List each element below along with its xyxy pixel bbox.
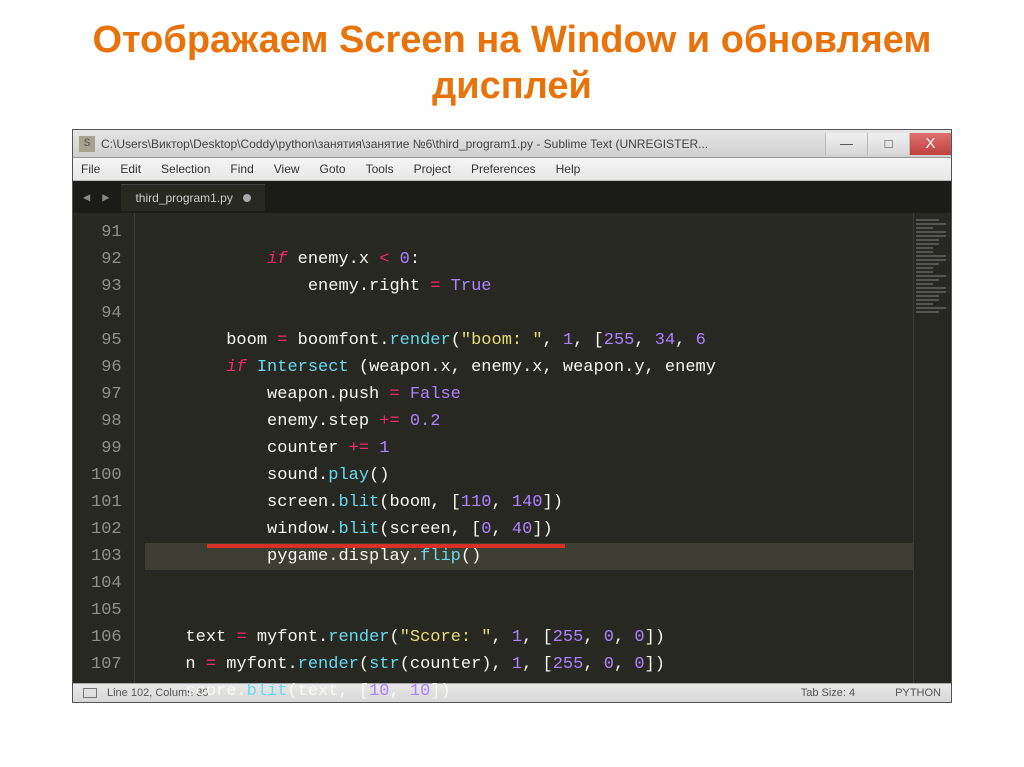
- menu-selection[interactable]: Selection: [157, 160, 214, 178]
- code-content[interactable]: if enemy.x < 0: enemy.right = True boom …: [135, 213, 913, 683]
- tab-nav-next[interactable]: ▶: [96, 190, 115, 205]
- slide-title: Отображаем Screen на Window и обновляем …: [0, 0, 1024, 121]
- minimap[interactable]: [913, 213, 951, 683]
- menu-help[interactable]: Help: [552, 160, 585, 178]
- status-syntax[interactable]: PYTHON: [895, 687, 941, 699]
- window-title: C:\Users\Виктор\Desktop\Coddy\python\зан…: [101, 137, 825, 151]
- menu-project[interactable]: Project: [410, 160, 455, 178]
- line-gutter: 919293 949596 979899 100101102 103104105…: [73, 213, 135, 683]
- window-titlebar: S C:\Users\Виктор\Desktop\Coddy\python\з…: [73, 130, 951, 158]
- tab-label: third_program1.py: [135, 191, 232, 205]
- menubar: File Edit Selection Find View Goto Tools…: [73, 158, 951, 181]
- menu-find[interactable]: Find: [226, 160, 257, 178]
- editor-window: S C:\Users\Виктор\Desktop\Coddy\python\з…: [72, 129, 952, 703]
- menu-edit[interactable]: Edit: [116, 160, 145, 178]
- highlight-underline: [207, 544, 565, 548]
- tabbar: ◀ ▶ third_program1.py: [73, 181, 951, 213]
- tab-dirty-icon: [243, 194, 251, 202]
- maximize-button[interactable]: □: [867, 133, 909, 155]
- menu-file[interactable]: File: [77, 160, 104, 178]
- app-icon: S: [79, 136, 95, 152]
- close-button[interactable]: X: [909, 133, 951, 155]
- menu-preferences[interactable]: Preferences: [467, 160, 540, 178]
- menu-tools[interactable]: Tools: [362, 160, 398, 178]
- tab-nav-prev[interactable]: ◀: [77, 190, 96, 205]
- menu-goto[interactable]: Goto: [316, 160, 350, 178]
- menu-view[interactable]: View: [270, 160, 304, 178]
- panel-icon[interactable]: [83, 688, 97, 698]
- code-area[interactable]: 919293 949596 979899 100101102 103104105…: [73, 213, 951, 683]
- minimize-button[interactable]: —: [825, 133, 867, 155]
- tab-active[interactable]: third_program1.py: [121, 184, 264, 211]
- status-tabsize[interactable]: Tab Size: 4: [801, 687, 855, 699]
